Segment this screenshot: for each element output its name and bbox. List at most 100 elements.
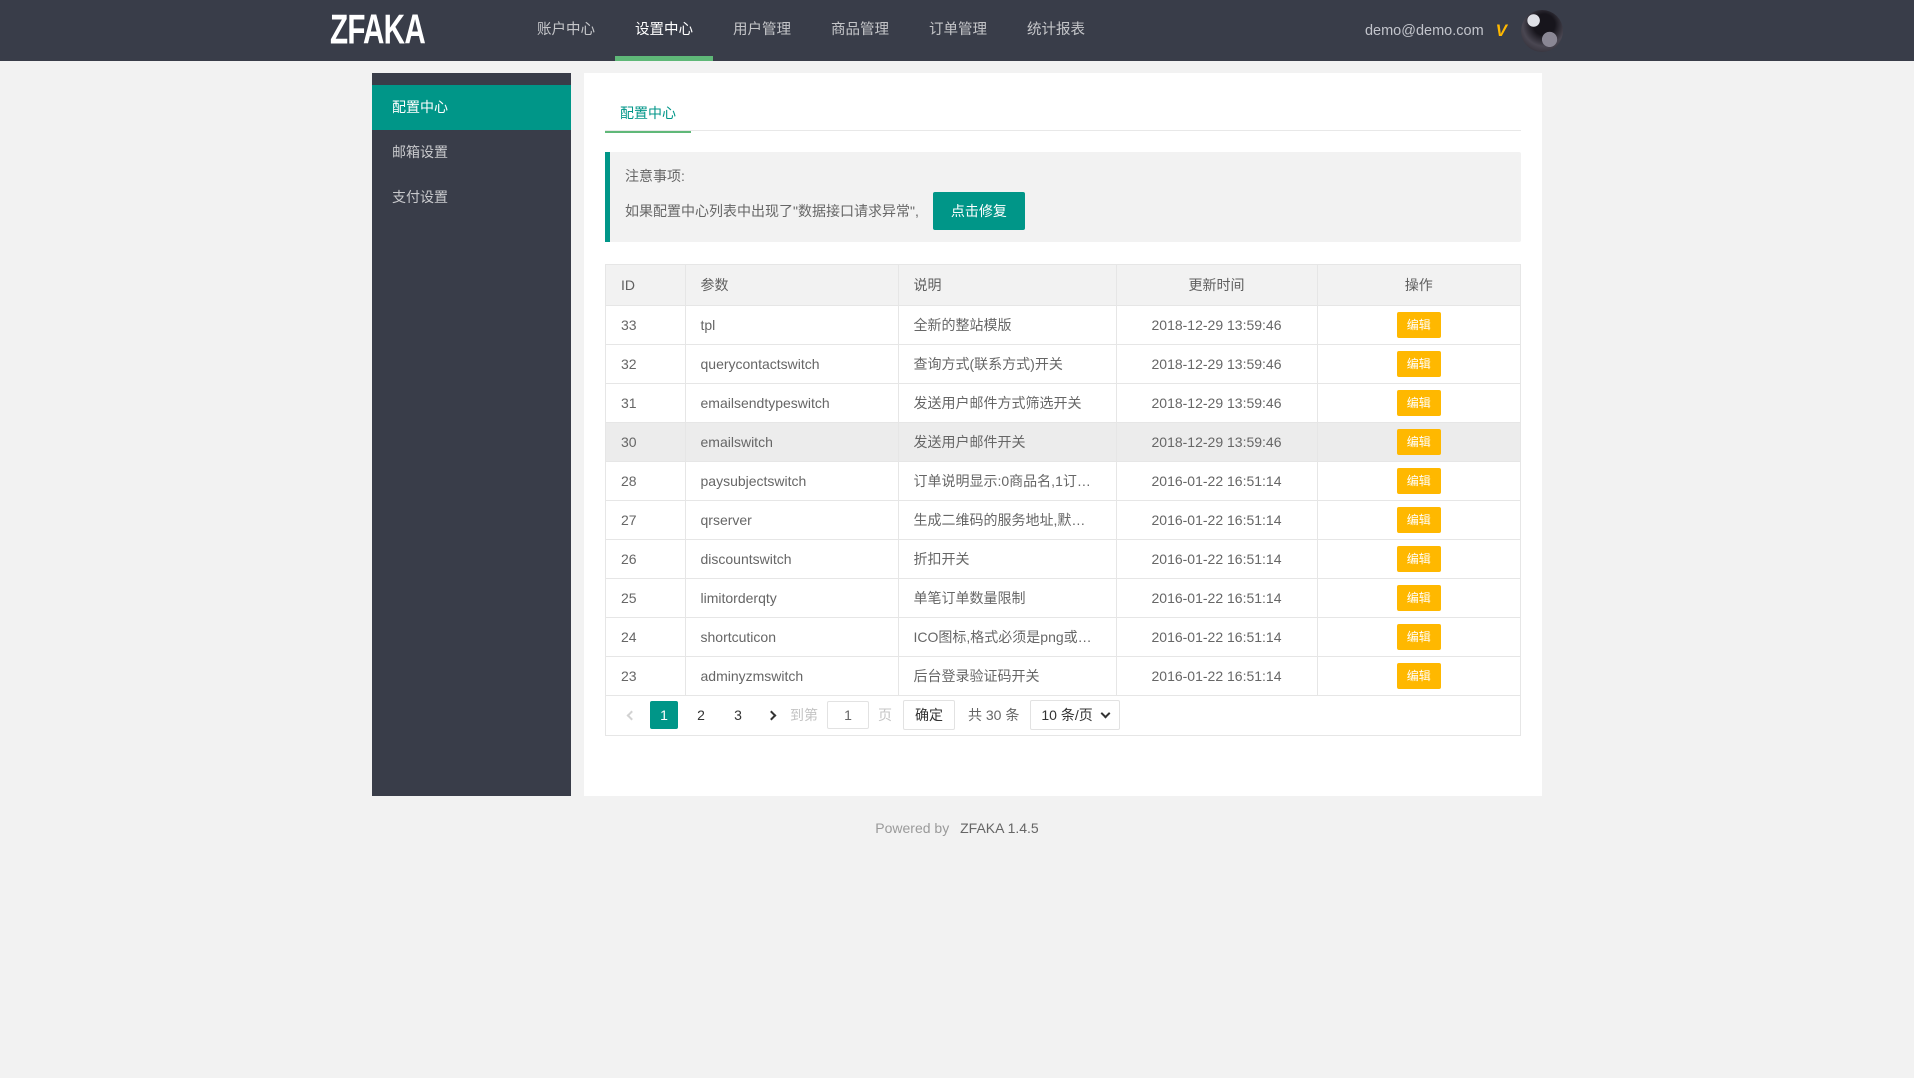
- cell-desc: 生成二维码的服务地址,默…: [898, 500, 1116, 539]
- table-row: 24shortcuticonICO图标,格式必须是png或…2016-01-22…: [606, 617, 1520, 656]
- cell-time: 2016-01-22 16:51:14: [1116, 617, 1317, 656]
- cell-desc: 查询方式(联系方式)开关: [898, 344, 1116, 383]
- goto-label: 到第: [790, 705, 818, 725]
- pagination: 123 到第 页 确定 共 30 条 10 条/页: [606, 696, 1520, 735]
- cell-actions: 编辑: [1317, 500, 1520, 539]
- notice-text: 如果配置中心列表中出现了"数据接口请求异常",: [625, 201, 919, 221]
- cell-time: 2018-12-29 13:59:46: [1116, 422, 1317, 461]
- sidebar: 配置中心邮箱设置支付设置: [372, 73, 571, 796]
- table-body: 33tpl全新的整站模版2018-12-29 13:59:46编辑32query…: [606, 305, 1520, 695]
- page-number-2[interactable]: 2: [687, 701, 715, 729]
- page-size-value: 10 条/页: [1041, 705, 1092, 725]
- cell-param: qrserver: [685, 500, 898, 539]
- cell-desc: 发送用户邮件开关: [898, 422, 1116, 461]
- fix-button[interactable]: 点击修复: [933, 192, 1025, 230]
- table-header-row: ID参数说明更新时间操作: [606, 265, 1520, 305]
- vip-badge-icon: V: [1496, 21, 1507, 41]
- goto-confirm-button[interactable]: 确定: [903, 700, 955, 730]
- nav-item-settings[interactable]: 设置中心: [615, 0, 713, 61]
- cell-actions: 编辑: [1317, 461, 1520, 500]
- nav-item-orders[interactable]: 订单管理: [909, 0, 1007, 61]
- cell-param: paysubjectswitch: [685, 461, 898, 500]
- sidebar-item-email[interactable]: 邮箱设置: [372, 130, 571, 175]
- edit-button[interactable]: 编辑: [1397, 585, 1441, 611]
- chevron-right-icon: [766, 710, 776, 720]
- cell-time: 2016-01-22 16:51:14: [1116, 656, 1317, 695]
- sidebar-item-config[interactable]: 配置中心: [372, 85, 571, 130]
- brand-logo[interactable]: ZFAKA: [330, 0, 425, 63]
- cell-actions: 编辑: [1317, 539, 1520, 578]
- nav-menu: 账户中心设置中心用户管理商品管理订单管理统计报表: [517, 0, 1105, 61]
- goto-page-input[interactable]: [827, 701, 869, 729]
- config-table: ID参数说明更新时间操作 33tpl全新的整站模版2018-12-29 13:5…: [606, 265, 1520, 696]
- cell-desc: 发送用户邮件方式筛选开关: [898, 383, 1116, 422]
- edit-button[interactable]: 编辑: [1397, 351, 1441, 377]
- page-container: 配置中心邮箱设置支付设置 配置中心 注意事项: 如果配置中心列表中出现了"数据接…: [372, 73, 1542, 796]
- page-number-1[interactable]: 1: [650, 701, 678, 729]
- column-header: ID: [606, 265, 685, 305]
- table-row: 25limitorderqty单笔订单数量限制2016-01-22 16:51:…: [606, 578, 1520, 617]
- prev-page-button[interactable]: [621, 712, 641, 719]
- notice-box: 注意事项: 如果配置中心列表中出现了"数据接口请求异常", 点击修复: [605, 152, 1521, 242]
- edit-button[interactable]: 编辑: [1397, 624, 1441, 650]
- cell-time: 2016-01-22 16:51:14: [1116, 539, 1317, 578]
- cell-time: 2018-12-29 13:59:46: [1116, 305, 1317, 344]
- cell-id: 24: [606, 617, 685, 656]
- cell-param: tpl: [685, 305, 898, 344]
- cell-actions: 编辑: [1317, 422, 1520, 461]
- cell-id: 27: [606, 500, 685, 539]
- table-row: 33tpl全新的整站模版2018-12-29 13:59:46编辑: [606, 305, 1520, 344]
- edit-button[interactable]: 编辑: [1397, 312, 1441, 338]
- cell-desc: 后台登录验证码开关: [898, 656, 1116, 695]
- table-row: 30emailswitch发送用户邮件开关2018-12-29 13:59:46…: [606, 422, 1520, 461]
- user-email[interactable]: demo@demo.com: [1365, 23, 1484, 39]
- nav-item-account[interactable]: 账户中心: [517, 0, 615, 61]
- table-row: 26discountswitch折扣开关2016-01-22 16:51:14编…: [606, 539, 1520, 578]
- column-header: 操作: [1317, 265, 1520, 305]
- page-size-select[interactable]: 10 条/页: [1030, 700, 1119, 730]
- cell-actions: 编辑: [1317, 656, 1520, 695]
- total-count: 共 30 条: [968, 705, 1019, 725]
- cell-id: 31: [606, 383, 685, 422]
- page-numbers: 123: [650, 701, 752, 729]
- nav-item-goods[interactable]: 商品管理: [811, 0, 909, 61]
- cell-actions: 编辑: [1317, 383, 1520, 422]
- page-number-3[interactable]: 3: [724, 701, 752, 729]
- user-area: demo@demo.com V: [1365, 0, 1563, 61]
- edit-button[interactable]: 编辑: [1397, 507, 1441, 533]
- cell-time: 2016-01-22 16:51:14: [1116, 578, 1317, 617]
- cell-desc: 折扣开关: [898, 539, 1116, 578]
- cell-id: 33: [606, 305, 685, 344]
- avatar[interactable]: [1521, 10, 1563, 52]
- cell-id: 30: [606, 422, 685, 461]
- nav-item-users[interactable]: 用户管理: [713, 0, 811, 61]
- cell-id: 25: [606, 578, 685, 617]
- cell-actions: 编辑: [1317, 344, 1520, 383]
- cell-param: limitorderqty: [685, 578, 898, 617]
- nav-item-reports[interactable]: 统计报表: [1007, 0, 1105, 61]
- cell-actions: 编辑: [1317, 578, 1520, 617]
- edit-button[interactable]: 编辑: [1397, 468, 1441, 494]
- footer: Powered by ZFAKA 1.4.5: [0, 820, 1914, 836]
- version-link[interactable]: ZFAKA 1.4.5: [960, 820, 1039, 836]
- table-row: 28paysubjectswitch订单说明显示:0商品名,1订…2016-01…: [606, 461, 1520, 500]
- next-page-button[interactable]: [761, 712, 781, 719]
- cell-desc: 订单说明显示:0商品名,1订…: [898, 461, 1116, 500]
- cell-desc: ICO图标,格式必须是png或…: [898, 617, 1116, 656]
- cell-actions: 编辑: [1317, 617, 1520, 656]
- table-row: 23adminyzmswitch后台登录验证码开关2016-01-22 16:5…: [606, 656, 1520, 695]
- table-row: 31emailsendtypeswitch发送用户邮件方式筛选开关2018-12…: [606, 383, 1520, 422]
- edit-button[interactable]: 编辑: [1397, 546, 1441, 572]
- edit-button[interactable]: 编辑: [1397, 663, 1441, 689]
- edit-button[interactable]: 编辑: [1397, 429, 1441, 455]
- powered-by-label: Powered by: [875, 820, 949, 836]
- tab-config-center[interactable]: 配置中心: [605, 95, 691, 133]
- edit-button[interactable]: 编辑: [1397, 390, 1441, 416]
- cell-actions: 编辑: [1317, 305, 1520, 344]
- column-header: 说明: [898, 265, 1116, 305]
- table-row: 27qrserver生成二维码的服务地址,默…2016-01-22 16:51:…: [606, 500, 1520, 539]
- cell-desc: 单笔订单数量限制: [898, 578, 1116, 617]
- config-table-box: ID参数说明更新时间操作 33tpl全新的整站模版2018-12-29 13:5…: [605, 264, 1521, 736]
- sidebar-item-pay[interactable]: 支付设置: [372, 175, 571, 220]
- column-header: 参数: [685, 265, 898, 305]
